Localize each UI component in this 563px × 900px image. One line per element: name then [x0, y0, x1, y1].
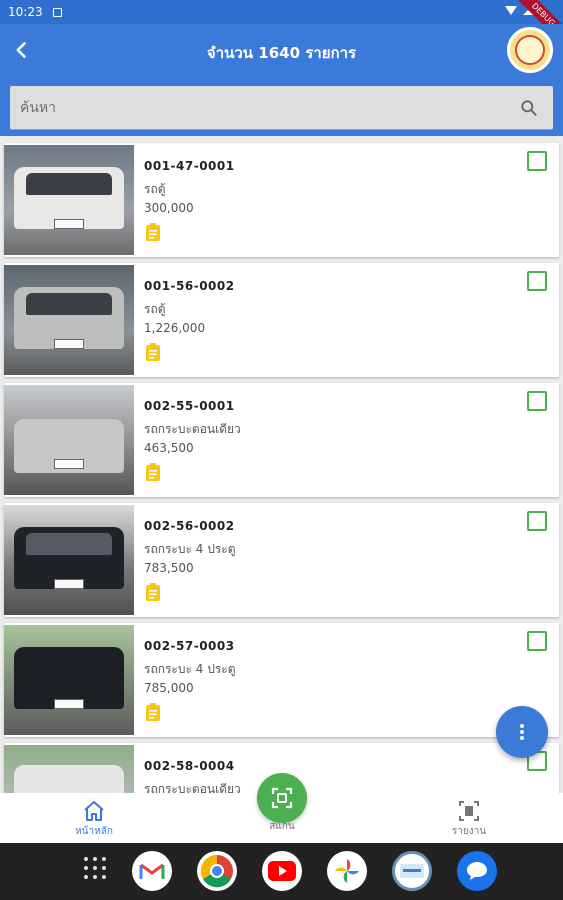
vehicle-photo [4, 145, 134, 255]
clipboard-icon[interactable] [145, 343, 161, 361]
home-icon [84, 801, 104, 821]
vehicle-photo [4, 385, 134, 495]
system-dock [0, 843, 563, 900]
report-icon [459, 801, 479, 821]
item-type: รถกระบะตอนเดียว [144, 422, 241, 436]
clipboard-icon[interactable] [145, 223, 161, 241]
logo-emblem-icon [515, 35, 545, 65]
list-item[interactable]: 001-47-0001 รถตู้ 300,000 [4, 143, 559, 257]
select-checkbox[interactable] [527, 391, 547, 411]
page-title: จำนวน 1640 รายการ [206, 44, 357, 62]
status-time: 10:23 [8, 5, 43, 19]
clipboard-icon[interactable] [145, 703, 161, 721]
nav-report[interactable]: รายงาน [429, 799, 509, 839]
gmail-icon[interactable] [132, 851, 172, 891]
app-drawer-icon[interactable] [80, 853, 110, 883]
organization-logo[interactable] [507, 27, 553, 73]
select-checkbox[interactable] [527, 631, 547, 651]
clipboard-icon[interactable] [145, 583, 161, 601]
vehicle-photo [4, 505, 134, 615]
app-bar: จำนวน 1640 รายการ [0, 24, 563, 84]
item-type: รถตู้ [144, 182, 166, 196]
item-price: 300,000 [144, 201, 194, 215]
vehicle-photo [4, 265, 134, 375]
status-bar: 10:23 DEBUG [0, 0, 563, 49]
search-box [10, 86, 553, 130]
vehicle-photo [4, 745, 134, 793]
youtube-icon[interactable] [262, 851, 302, 891]
item-code: 002-57-0003 [144, 639, 235, 653]
list-item[interactable]: 002-55-0001 รถกระบะตอนเดียว 463,500 [4, 383, 559, 497]
select-checkbox[interactable] [527, 271, 547, 291]
item-type: รถกระบะ 4 ประตู [144, 542, 236, 556]
item-code: 001-56-0002 [144, 279, 235, 293]
notification-icon [52, 7, 62, 17]
item-code: 002-55-0001 [144, 399, 235, 413]
vehicle-photo [4, 625, 134, 735]
search-bar [0, 84, 563, 136]
messages-icon[interactable] [457, 851, 497, 891]
organization-app-icon[interactable] [392, 851, 432, 891]
select-checkbox[interactable] [527, 151, 547, 171]
more-vertical-icon [520, 724, 524, 740]
search-icon[interactable] [519, 98, 539, 118]
list-item[interactable]: 002-56-0002 รถกระบะ 4 ประตู 783,500 [4, 503, 559, 617]
clipboard-icon[interactable] [145, 463, 161, 481]
more-options-button[interactable] [496, 706, 548, 758]
item-type: รถกระบะตอนเดียว [144, 782, 241, 793]
photos-icon[interactable] [327, 851, 367, 891]
item-code: 002-56-0002 [144, 519, 235, 533]
select-checkbox[interactable] [527, 511, 547, 531]
item-type: รถตู้ [144, 302, 166, 316]
list-item[interactable]: 001-56-0002 รถตู้ 1,226,000 [4, 263, 559, 377]
nav-home-label: หน้าหลัก [75, 826, 113, 837]
item-type: รถกระบะ 4 ประตู [144, 662, 236, 676]
chrome-icon[interactable] [197, 851, 237, 891]
item-code: 001-47-0001 [144, 159, 235, 173]
item-price: 1,226,000 [144, 321, 206, 335]
item-price: 463,500 [144, 441, 194, 455]
item-price: 785,000 [144, 681, 194, 695]
nav-report-label: รายงาน [451, 826, 487, 837]
wifi-icon [505, 5, 517, 15]
list-item[interactable]: 002-57-0003 รถกระบะ 4 ประตู 785,000 [4, 623, 559, 737]
nav-home[interactable]: หน้าหลัก [54, 799, 134, 839]
scan-button[interactable] [257, 773, 307, 823]
search-input[interactable] [20, 86, 500, 130]
item-code: 002-58-0004 [144, 759, 235, 773]
item-price: 783,500 [144, 561, 194, 575]
scan-icon [271, 787, 293, 809]
asset-list: 001-47-0001 รถตู้ 300,000 001-56-0002 รถ… [0, 140, 563, 793]
